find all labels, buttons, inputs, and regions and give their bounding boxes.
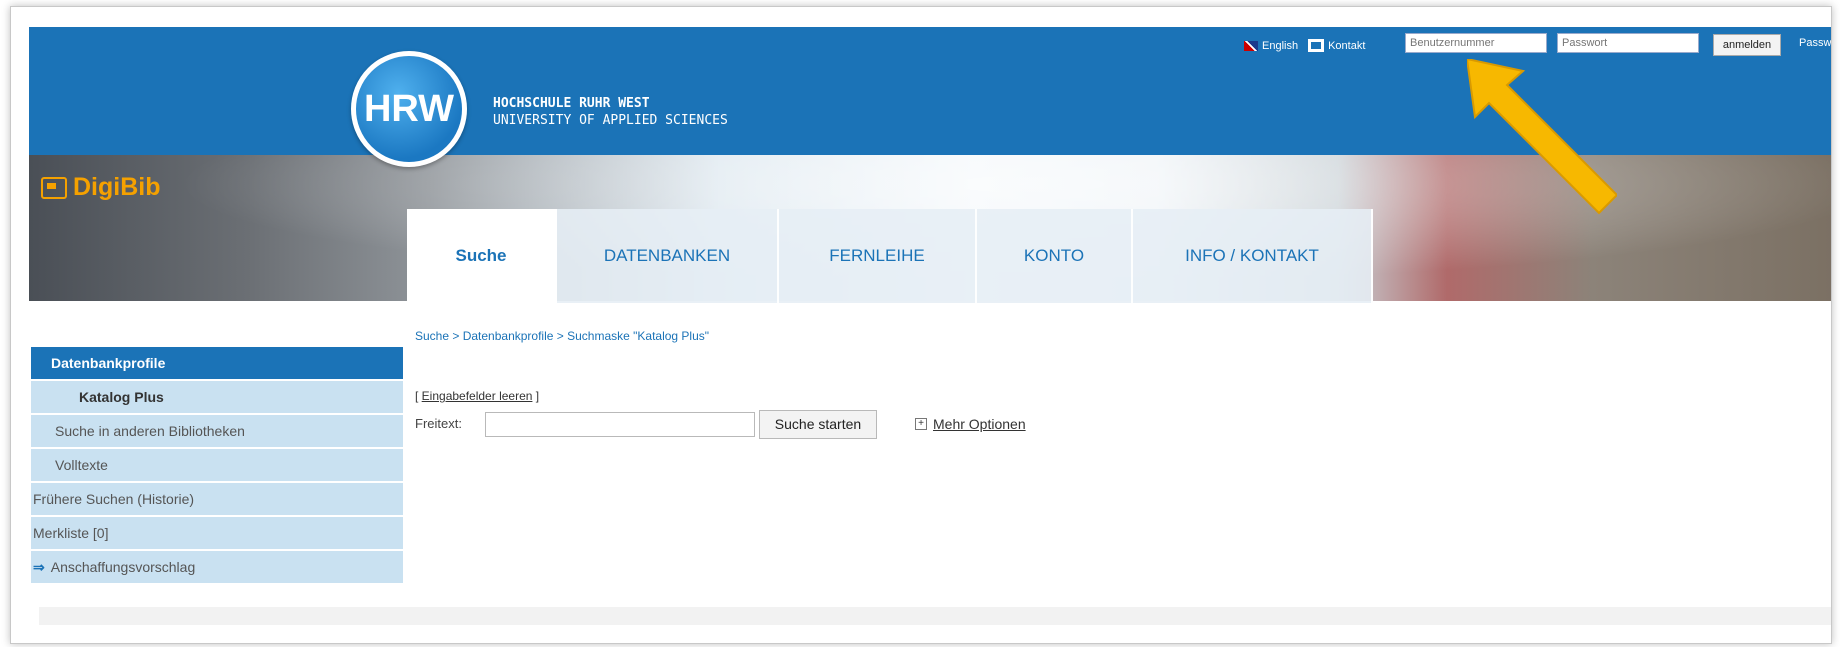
annotation-arrow-icon [1467, 59, 1617, 215]
sidebar-item-volltexte[interactable]: Volltexte [31, 449, 403, 481]
digibib-label: DigiBib [73, 173, 161, 201]
main-tabs: Suche DATENBANKEN FERNLEIHE KONTO INFO /… [407, 209, 1373, 303]
school-name-line1: HOCHSCHULE RUHR WEST [493, 96, 650, 111]
sidebar-item-datenbankprofile[interactable]: Datenbankprofile [31, 347, 403, 379]
uk-flag-icon [1244, 40, 1258, 51]
more-options[interactable]: + Mehr Optionen [915, 416, 1026, 432]
digibib-icon [41, 176, 67, 199]
sidebar-item-katalog-plus[interactable]: Katalog Plus [31, 381, 403, 413]
tab-fernleihe[interactable]: FERNLEIHE [779, 209, 977, 303]
freitext-label: Freitext: [415, 416, 462, 431]
sidebar-item-historie[interactable]: Frühere Suchen (Historie) [31, 483, 403, 515]
tab-suche[interactable]: Suche [407, 209, 557, 303]
username-input[interactable] [1405, 33, 1547, 53]
tab-datenbanken[interactable]: DATENBANKEN [557, 209, 779, 303]
password-link[interactable]: Passw [1799, 37, 1831, 49]
english-link[interactable]: English [1262, 40, 1298, 52]
contact-link[interactable]: Kontakt [1328, 40, 1365, 52]
logo-text: HRW [363, 87, 455, 130]
sidebar-item-andere-bibliotheken[interactable]: Suche in anderen Bibliotheken [31, 415, 403, 447]
school-name: HOCHSCHULE RUHR WEST UNIVERSITY OF APPLI… [493, 95, 728, 129]
clear-fields-link[interactable]: Eingabefelder leeren [422, 389, 533, 403]
login-pass-wrap [1557, 33, 1699, 53]
digibib-logo[interactable]: DigiBib [41, 173, 161, 202]
login-user-wrap [1405, 33, 1547, 53]
top-links: English Kontakt [1244, 39, 1365, 52]
password-input[interactable] [1557, 33, 1699, 53]
footer-strip [39, 607, 1831, 625]
sidebar-item-label: Anschaffungsvorschlag [50, 559, 196, 575]
expand-plus-icon: + [915, 418, 927, 430]
login-button[interactable]: anmelden [1713, 34, 1781, 56]
search-start-button[interactable]: Suche starten [759, 410, 877, 439]
browser-viewport: HRW HOCHSCHULE RUHR WEST UNIVERSITY OF A… [10, 6, 1832, 644]
breadcrumb[interactable]: Suche > Datenbankprofile > Suchmaske "Ka… [415, 329, 709, 343]
external-arrow-icon: ⇒ [33, 559, 45, 575]
tab-info-kontakt[interactable]: INFO / KONTAKT [1133, 209, 1373, 303]
tab-konto[interactable]: KONTO [977, 209, 1133, 303]
clear-fields: [ Eingabefelder leeren ] [415, 389, 540, 403]
contact-icon [1308, 39, 1325, 52]
more-options-label: Mehr Optionen [933, 416, 1026, 432]
sidebar: Datenbankprofile Katalog Plus Suche in a… [31, 347, 403, 585]
school-name-line2: UNIVERSITY OF APPLIED SCIENCES [493, 113, 728, 128]
hrw-logo[interactable]: HRW [351, 51, 467, 167]
sidebar-item-merkliste[interactable]: Merkliste [0] [31, 517, 403, 549]
sidebar-item-anschaffungsvorschlag[interactable]: ⇒ Anschaffungsvorschlag [31, 551, 403, 583]
freitext-input[interactable] [485, 412, 755, 437]
